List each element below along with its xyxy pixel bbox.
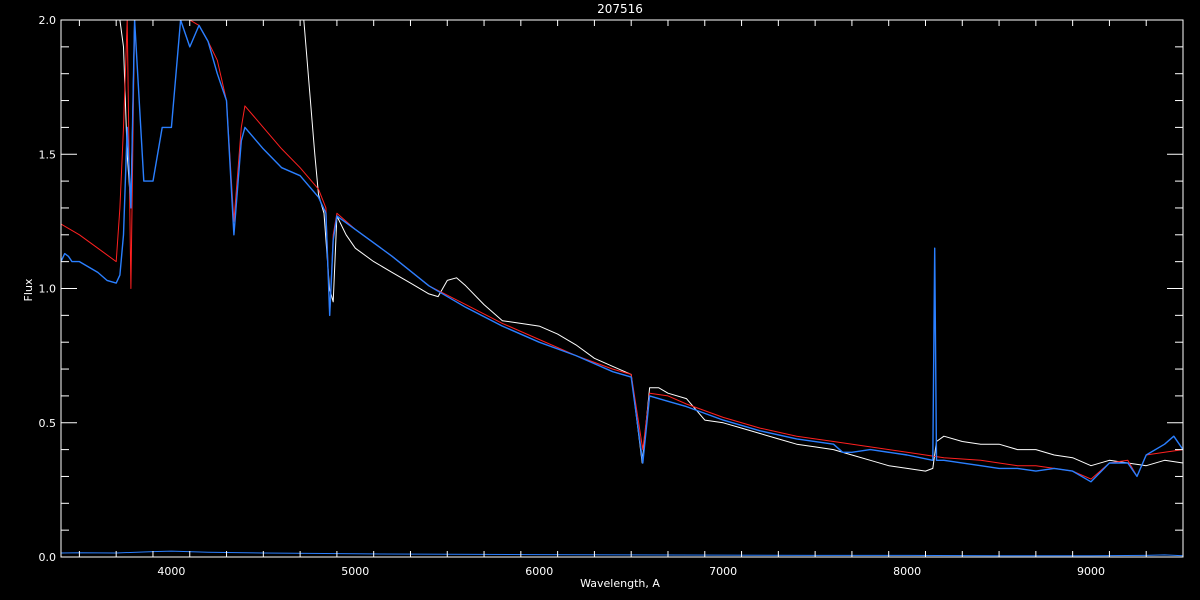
series-line-1 <box>61 20 1183 480</box>
series-line-3 <box>61 550 1183 557</box>
series-line-0 <box>119 20 1183 472</box>
y-axis-label: Flux <box>22 278 35 301</box>
plot-frame <box>60 19 1184 558</box>
x-tick-label: 5000 <box>341 565 369 578</box>
y-tick-label: 0.0 <box>39 551 57 564</box>
spectrum-chart: 207516 4000 5000 6000 7000 8000 9000 0.0 0.5 1.0… <box>0 0 1200 600</box>
x-axis-label: Wavelength, A <box>580 577 660 590</box>
x-tick-label: 4000 <box>157 565 185 578</box>
y-tick-label: 0.5 <box>39 417 57 430</box>
y-tick-label: 1.0 <box>39 283 57 296</box>
x-tick-label: 7000 <box>709 565 737 578</box>
x-tick-label: 9000 <box>1077 565 1105 578</box>
series-layer <box>61 20 1183 557</box>
x-tick-label: 6000 <box>525 565 553 578</box>
chart-title: 207516 <box>597 2 643 16</box>
y-tick-label: 1.5 <box>39 148 57 161</box>
axes-layer: 4000 5000 6000 7000 8000 9000 0.0 0.5 1.0 1.5 2.0 <box>39 14 1184 578</box>
x-tick-label: 8000 <box>893 565 921 578</box>
y-tick-label: 2.0 <box>39 14 57 27</box>
series-line-2 <box>61 20 1183 483</box>
